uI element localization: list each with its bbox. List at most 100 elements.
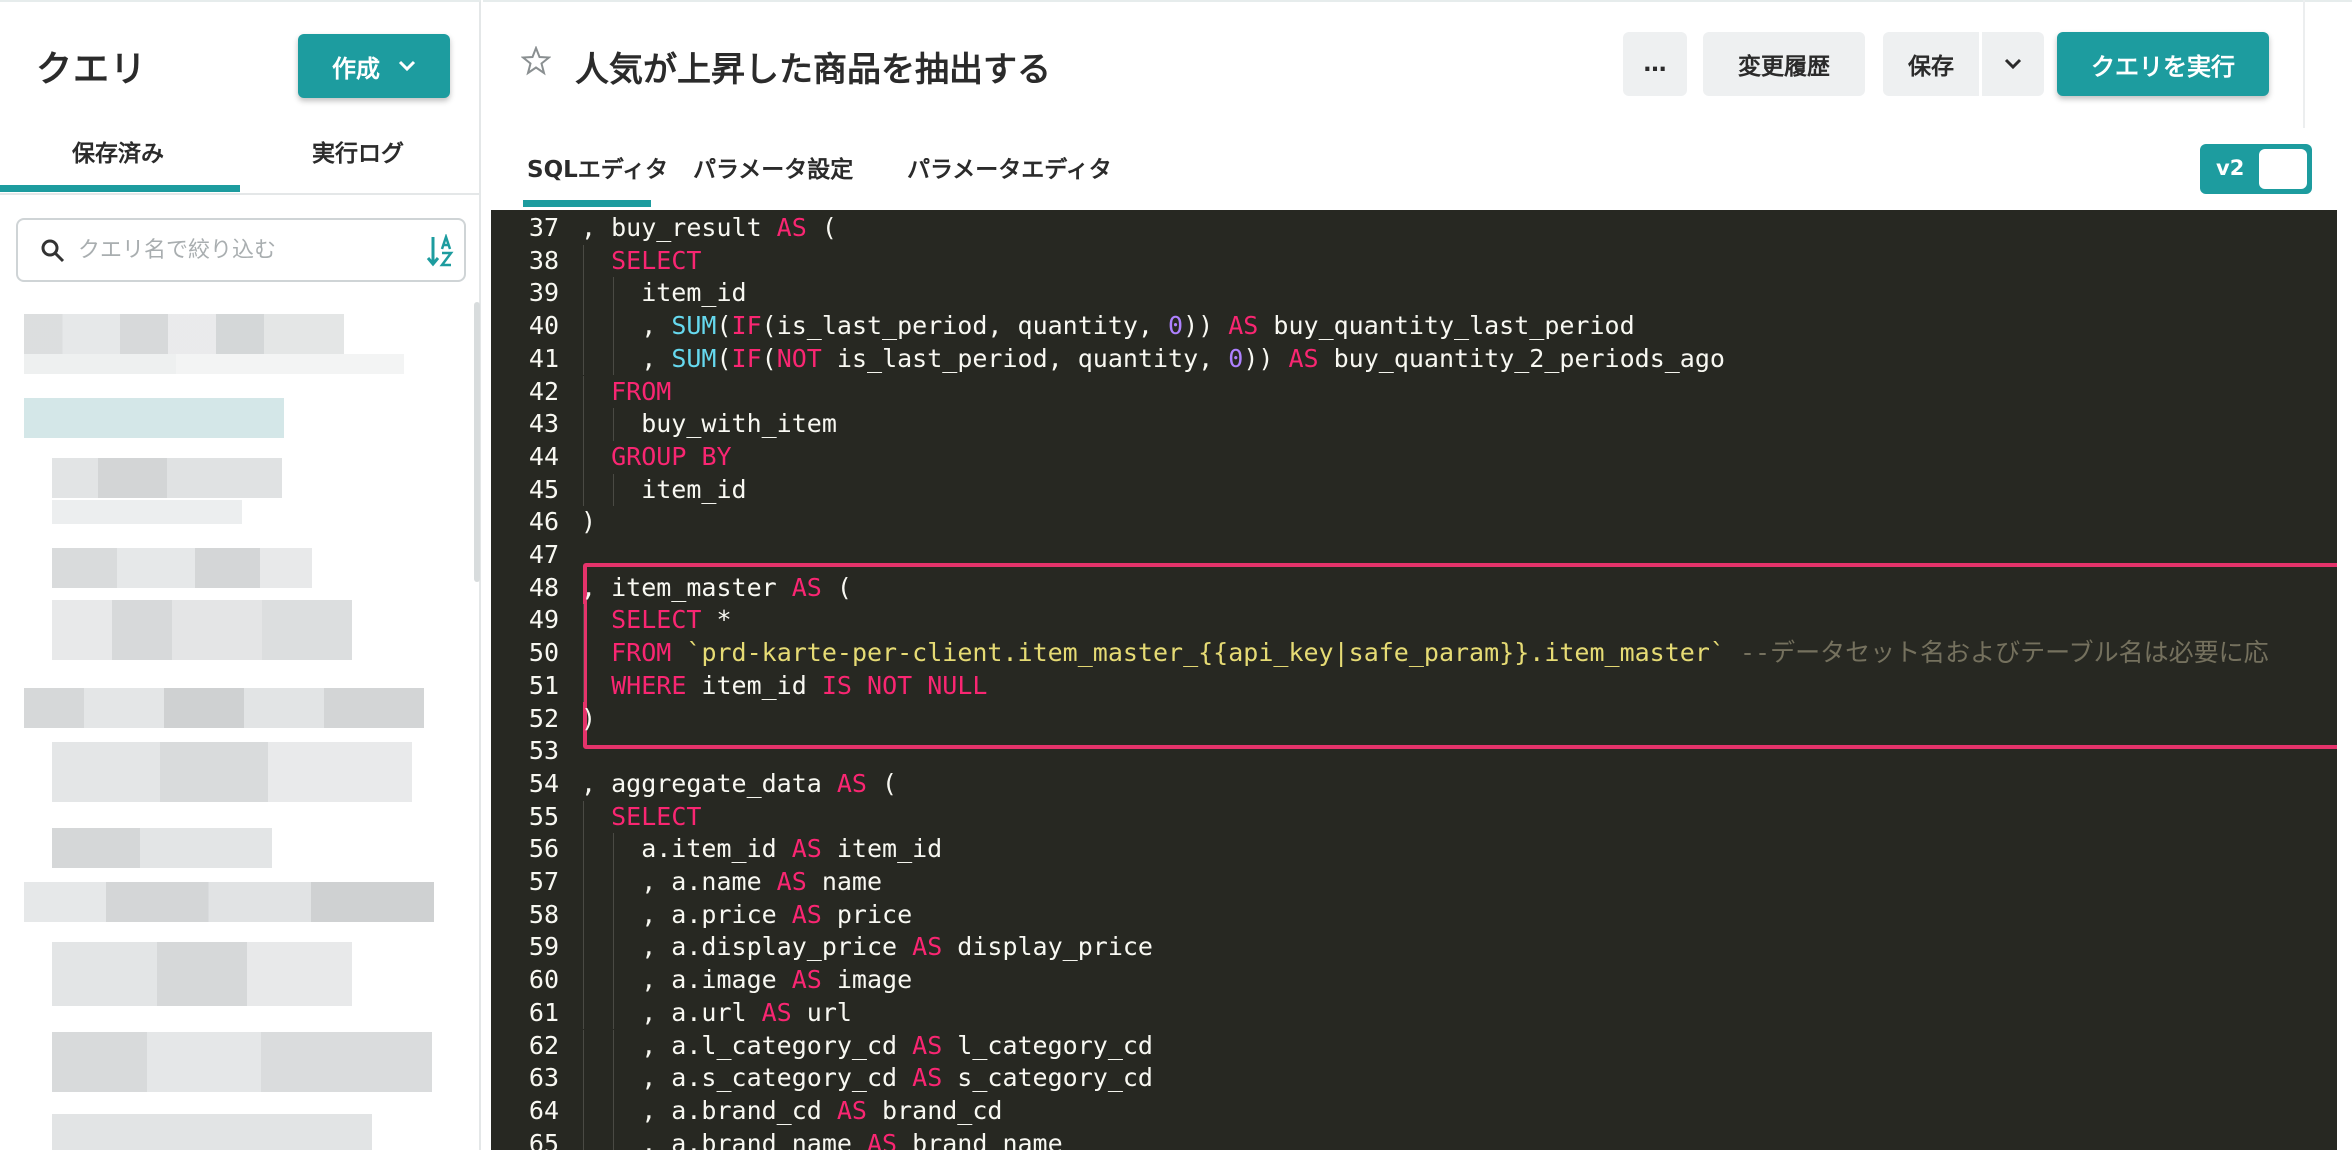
code-text: a.item_id AS item_id [581, 834, 943, 864]
code-text: ) [581, 507, 597, 537]
list-item[interactable] [52, 742, 412, 802]
code-line: 55 SELECT [491, 801, 2337, 833]
star-icon[interactable] [521, 46, 551, 76]
indent-guide [583, 1029, 584, 1063]
indent-guide [583, 440, 584, 474]
line-number: 60 [528, 965, 559, 995]
code-line: 61 , a.url AS url [491, 997, 2337, 1029]
indent-guide [612, 408, 614, 441]
version-toggle-label: v2 [2216, 156, 2245, 180]
code-line: 62 , a.l_category_cd AS l_category_cd [491, 1030, 2337, 1062]
saved-query-list [24, 302, 464, 1150]
version-toggle[interactable]: v2 [2200, 144, 2312, 194]
indent-guide [612, 898, 614, 932]
save-dropdown-button[interactable] [1982, 32, 2044, 96]
list-item[interactable] [52, 600, 352, 660]
code-text: item_id [581, 474, 747, 504]
line-number: 53 [528, 736, 559, 766]
search-icon [41, 239, 65, 263]
list-item[interactable] [52, 1114, 372, 1150]
active-tab-indicator [523, 200, 651, 207]
chevron-down-icon [2004, 58, 2022, 70]
main-panel: 人気が上昇した商品を抽出する … 変更履歴 保存 クエリを実行 SQLエディタ … [483, 0, 2352, 1150]
code-line: 57 , a.name AS name [491, 866, 2337, 898]
code-line: 56 a.item_id AS item_id [491, 833, 2337, 865]
tab-parameter-settings[interactable]: パラメータ設定 [693, 150, 853, 184]
code-text: WHERE item_id IS NOT NULL [611, 670, 988, 700]
indent-guide [612, 277, 614, 311]
chevron-down-icon [398, 60, 416, 72]
list-item[interactable] [52, 458, 282, 498]
indent-guide [583, 964, 584, 997]
run-query-button[interactable]: クエリを実行 [2057, 32, 2269, 96]
code-text: , a.image AS image [581, 965, 913, 995]
tab-execution-log[interactable]: 実行ログ [312, 134, 404, 168]
code-line: 58 , a.price AS price [491, 899, 2337, 931]
code-line: 41 , SUM(IF(NOT is_last_period, quantity… [491, 343, 2337, 375]
code-line: 59 , a.display_price AS display_price [491, 931, 2337, 963]
sidebar-tabs: 保存済み 実行ログ [0, 122, 479, 195]
tab-parameter-editor[interactable]: パラメータエディタ [907, 150, 1112, 184]
code-text: , SUM(IF(is_last_period, quantity, 0)) A… [581, 311, 1635, 341]
sql-code-editor[interactable]: 37, buy_result AS (38 SELECT 39 item_id 40… [491, 210, 2337, 1150]
indent-guide [583, 637, 584, 670]
list-item[interactable] [52, 828, 272, 868]
query-search-box [16, 218, 466, 282]
code-line: 43 buy_with_item [491, 408, 2337, 440]
indent-guide [612, 866, 614, 899]
code-text: , a.name AS name [581, 867, 883, 896]
list-item[interactable] [52, 500, 242, 524]
line-number: 51 [528, 670, 559, 700]
indent-guide [612, 833, 614, 866]
list-item[interactable] [24, 314, 344, 354]
list-item[interactable] [24, 882, 434, 922]
create-button[interactable]: 作成 [298, 34, 450, 98]
indent-guide [612, 1062, 614, 1095]
sort-az-icon[interactable] [426, 234, 456, 268]
line-number: 38 [528, 245, 559, 275]
line-number: 65 [528, 1128, 559, 1150]
line-number: 48 [528, 572, 559, 602]
line-number: 47 [528, 540, 559, 569]
list-item[interactable] [52, 1032, 432, 1092]
code-line: 38 SELECT [491, 245, 2337, 277]
line-number: 49 [528, 605, 559, 635]
list-item[interactable] [24, 688, 424, 728]
code-text: , a.l_category_cd AS l_category_cd [581, 1030, 1153, 1060]
list-item[interactable] [52, 942, 352, 1006]
change-history-button[interactable]: 変更履歴 [1703, 32, 1865, 96]
indent-guide [612, 996, 614, 1030]
list-item[interactable] [24, 354, 404, 374]
code-line: 53 [491, 735, 2337, 767]
indent-guide [612, 473, 614, 507]
query-search-input[interactable] [78, 232, 408, 268]
header-edge-divider [2303, 0, 2305, 128]
list-item[interactable] [52, 548, 312, 588]
line-number: 43 [528, 409, 559, 439]
indent-guide [583, 375, 584, 409]
indent-guide [612, 931, 614, 965]
line-number: 37 [528, 213, 559, 242]
indent-guide [583, 931, 584, 965]
indent-guide [612, 1127, 614, 1150]
sidebar-scrollbar[interactable] [474, 302, 480, 582]
line-number: 57 [528, 867, 559, 896]
code-text: buy_with_item [581, 409, 837, 439]
tab-saved[interactable]: 保存済み [72, 134, 164, 168]
line-number: 56 [528, 834, 559, 864]
code-line: 50 FROM `prd-karte-per-client.item_maste… [491, 637, 2337, 669]
code-line: 64 , a.brand_cd AS brand_cd [491, 1095, 2337, 1127]
page-title: 人気が上昇した商品を抽出する [575, 50, 1051, 90]
more-options-button[interactable]: … [1623, 32, 1687, 96]
code-text: , a.brand_cd AS brand_cd [581, 1095, 1003, 1125]
tab-sql-editor[interactable]: SQLエディタ [527, 150, 668, 184]
indent-guide [583, 669, 584, 703]
code-line: 40 , SUM(IF(is_last_period, quantity, 0)… [491, 310, 2337, 342]
indent-guide [583, 833, 584, 866]
code-line: 37 , buy_result AS ( [491, 212, 2337, 244]
indent-guide [583, 1062, 584, 1095]
list-item[interactable] [24, 398, 284, 438]
save-button[interactable]: 保存 [1883, 32, 1979, 96]
code-line: 47 [491, 539, 2337, 571]
code-text: , SUM(IF(NOT is_last_period, quantity, 0… [581, 343, 1725, 373]
